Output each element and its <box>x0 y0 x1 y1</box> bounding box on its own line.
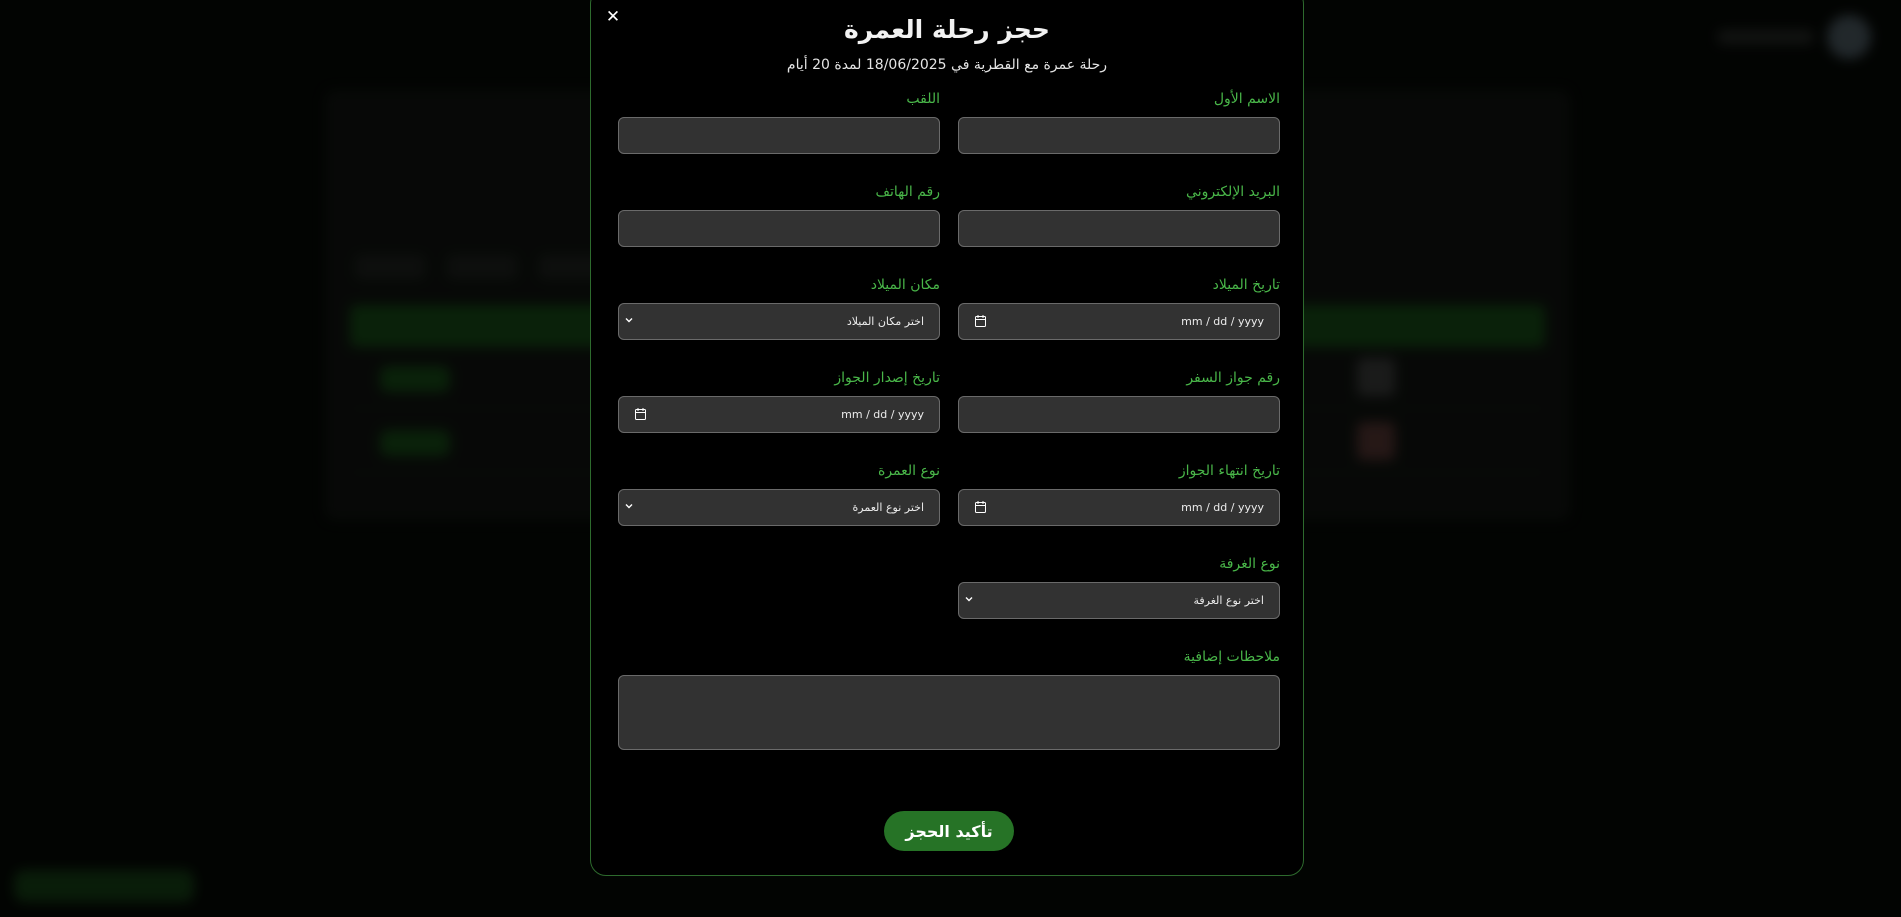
passport-issue-input[interactable]: mm / dd / yyyy <box>618 396 940 433</box>
email-field: البريد الإلكتروني <box>955 182 1280 248</box>
umrah-type-field: نوع العمرة اختر نوع العمرة <box>618 461 940 526</box>
passport-expiry-label: تاريخ انتهاء الجواز <box>1178 463 1280 479</box>
email-input-box <box>955 210 1280 248</box>
chevron-down-icon <box>965 597 973 602</box>
room-type-value: اختر نوع الغرفة <box>1193 594 1265 607</box>
passport-expiry-value: mm / dd / yyyy <box>1181 501 1264 514</box>
passport-issue-value: mm / dd / yyyy <box>841 408 924 421</box>
first-name-field: الاسم الأول <box>955 89 1280 155</box>
room-type-label: نوع الغرفة <box>1219 556 1280 572</box>
first-name-label: الاسم الأول <box>1213 91 1280 107</box>
room-type-select[interactable]: اختر نوع الغرفة <box>958 582 1280 619</box>
birth-date-field: تاريخ الميلاد mm / dd / yyyy <box>958 275 1280 340</box>
birth-date-value: mm / dd / yyyy <box>1181 315 1264 328</box>
calendar-icon[interactable] <box>635 408 646 420</box>
last-name-input[interactable] <box>615 118 939 155</box>
birth-place-label: مكان الميلاد <box>870 277 940 293</box>
last-name-label: اللقب <box>906 91 940 107</box>
passport-number-input-box <box>955 396 1280 434</box>
phone-input[interactable] <box>615 211 939 248</box>
chevron-down-icon <box>625 318 633 323</box>
notes-textarea[interactable] <box>618 675 1280 750</box>
phone-input-box <box>615 210 940 248</box>
chevron-down-icon <box>625 504 633 509</box>
passport-expiry-field: تاريخ انتهاء الجواز mm / dd / yyyy <box>958 461 1280 526</box>
umrah-type-value: اختر نوع العمرة <box>852 501 924 514</box>
booking-modal: ✕ حجز رحلة العمرة رحلة عمرة مع القطرية ف… <box>590 0 1304 876</box>
birth-place-field: مكان الميلاد اختر مكان الميلاد <box>618 275 940 340</box>
first-name-input-box <box>955 117 1280 155</box>
last-name-input-box <box>615 117 940 155</box>
umrah-type-select[interactable]: اختر نوع العمرة <box>618 489 940 526</box>
modal-title: حجز رحلة العمرة <box>844 15 1050 44</box>
calendar-icon[interactable] <box>975 315 986 327</box>
email-label: البريد الإلكتروني <box>1186 184 1280 200</box>
passport-expiry-input[interactable]: mm / dd / yyyy <box>958 489 1280 526</box>
birth-place-value: اختر مكان الميلاد <box>846 315 924 328</box>
notes-field: ملاحظات إضافية <box>618 647 1280 750</box>
umrah-type-label: نوع العمرة <box>878 463 940 479</box>
passport-number-input[interactable] <box>955 397 1279 434</box>
first-name-input[interactable] <box>955 118 1279 155</box>
modal-subtitle: رحلة عمرة مع القطرية في 18/06/2025 لمدة … <box>786 57 1108 73</box>
birth-date-label: تاريخ الميلاد <box>1212 277 1280 293</box>
room-type-field: نوع الغرفة اختر نوع الغرفة <box>958 554 1280 619</box>
last-name-field: اللقب <box>615 89 940 155</box>
passport-issue-field: تاريخ إصدار الجواز mm / dd / yyyy <box>618 368 940 433</box>
email-input[interactable] <box>955 211 1279 248</box>
passport-number-label: رقم جواز السفر <box>1186 370 1280 386</box>
birth-place-select[interactable]: اختر مكان الميلاد <box>618 303 940 340</box>
phone-label: رقم الهاتف <box>875 184 940 200</box>
confirm-booking-button[interactable]: تأكيد الحجز <box>884 811 1014 851</box>
birth-date-input[interactable]: mm / dd / yyyy <box>958 303 1280 340</box>
calendar-icon[interactable] <box>975 501 986 513</box>
passport-issue-label: تاريخ إصدار الجواز <box>834 370 940 386</box>
notes-label: ملاحظات إضافية <box>1183 649 1280 665</box>
passport-number-field: رقم جواز السفر <box>955 368 1280 434</box>
phone-field: رقم الهاتف <box>615 182 940 248</box>
